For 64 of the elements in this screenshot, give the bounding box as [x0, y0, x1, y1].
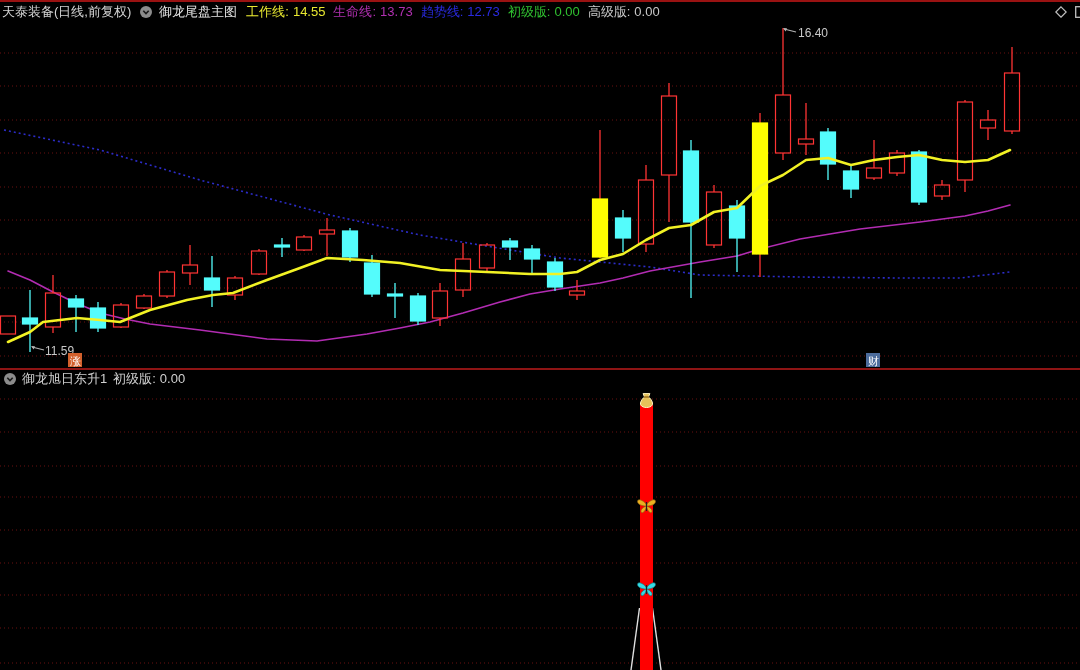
candlestick	[181, 244, 199, 286]
indicator-value: 14.55	[292, 3, 326, 21]
candlestick	[797, 102, 815, 156]
event-marker: 涨	[68, 353, 82, 367]
candlestick	[819, 127, 837, 181]
high-price-label: 16.40	[798, 26, 829, 40]
stock-title: 天泰装备(日线,前复权)	[2, 3, 132, 21]
indicator-value: 0.00	[159, 370, 186, 388]
candlestick	[112, 302, 130, 329]
signal-line	[630, 607, 641, 670]
indicator-value: 13.73	[380, 3, 413, 21]
candlestick	[933, 179, 951, 201]
candlestick	[865, 139, 883, 181]
candlestick	[67, 294, 85, 333]
indicator-label: 工作线:	[246, 3, 289, 21]
candlestick	[318, 217, 336, 257]
pointer-arrow-icon	[31, 346, 45, 351]
candlestick	[158, 269, 176, 299]
candlestick	[89, 301, 107, 333]
candlestick	[501, 237, 519, 261]
indicator-value: 12.73	[467, 3, 500, 21]
candlestick	[842, 165, 860, 199]
diamond-icon[interactable]	[1055, 6, 1067, 18]
candlestick	[614, 209, 632, 253]
indicator-name: 御龙旭日东升1	[22, 370, 108, 388]
candlestick	[568, 279, 586, 301]
money-bag-icon	[640, 393, 653, 408]
candlestick	[273, 237, 291, 258]
indicator-label: 生命线:	[333, 3, 377, 21]
indicator-label: 高级版:	[587, 3, 631, 21]
candlestick	[409, 292, 427, 326]
indicator-value: 0.00	[634, 3, 660, 21]
candlestick	[21, 289, 39, 353]
candlestick	[888, 149, 906, 177]
candlestick	[226, 275, 244, 301]
candlestick	[454, 242, 472, 298]
candlestick	[705, 184, 723, 249]
indicator-label: 初级版:	[113, 370, 156, 388]
indicator-label: 初级版:	[507, 3, 551, 21]
candlestick	[44, 274, 62, 334]
indicator-value: 0.00	[554, 3, 580, 21]
candlestick	[979, 109, 997, 141]
signal-line	[651, 607, 662, 670]
butterfly-icon	[637, 582, 656, 596]
candlestick	[341, 227, 359, 263]
candlestick	[546, 257, 564, 292]
candlestick	[203, 255, 221, 308]
candlestick	[363, 254, 381, 298]
event-marker: 财	[866, 353, 880, 367]
candlestick	[250, 248, 268, 276]
pointer-arrow-icon	[783, 28, 797, 33]
candlestick	[386, 282, 404, 319]
candlestick	[523, 244, 541, 276]
candlestick	[431, 282, 449, 327]
candlestick	[478, 242, 496, 274]
indicator-label: 趋势线:	[420, 3, 464, 21]
chevron-circle-icon[interactable]	[4, 373, 16, 385]
candlestick	[295, 234, 313, 252]
candlestick	[0, 315, 17, 335]
chevron-circle-icon[interactable]	[140, 6, 153, 18]
candlestick	[135, 293, 153, 310]
indicator-name: 御龙尾盘主图	[159, 3, 238, 21]
candlestick	[910, 149, 928, 206]
butterfly-icon	[637, 499, 656, 513]
